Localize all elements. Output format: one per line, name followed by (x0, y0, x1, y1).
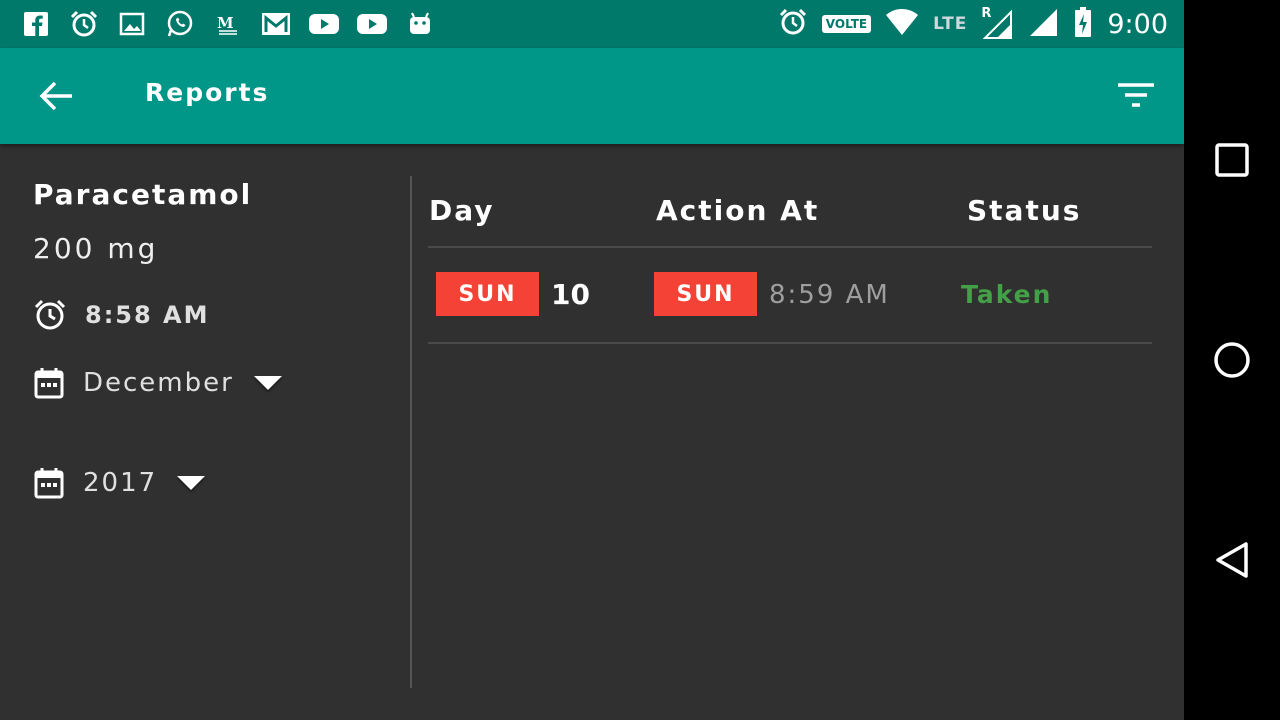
battery-charging-icon (1073, 6, 1093, 42)
back-arrow-icon (39, 81, 72, 111)
day-badge: SUN (436, 272, 539, 316)
medicine-dose: 200 mg (33, 232, 159, 265)
clock: 9:00 (1107, 8, 1168, 40)
calendar-icon (34, 368, 64, 399)
page-title: Reports (145, 78, 270, 107)
home-button[interactable] (1208, 336, 1256, 384)
action-time: 8:59 AM (769, 280, 890, 310)
medicine-details-panel: Paracetamol 200 mg 8:58 AM December 2017 (0, 144, 410, 720)
facebook-icon (20, 8, 52, 40)
filter-icon (1118, 83, 1154, 107)
alarm-clock-icon (34, 299, 66, 330)
image-icon (116, 8, 148, 40)
action-day-badge: SUN (654, 272, 757, 316)
roaming-label: R (981, 6, 992, 21)
alarm-clock-icon (68, 8, 100, 40)
back-button[interactable] (32, 76, 80, 116)
gmail-icon (260, 8, 292, 40)
table-row[interactable]: SUN 10 SUN 8:59 AM Taken (428, 248, 1152, 344)
android-icon (404, 8, 436, 40)
header-action-at: Action At (656, 194, 820, 227)
triangle-back-icon (1216, 542, 1248, 578)
dropdown-arrow-icon (253, 376, 282, 390)
app-bar: Reports (0, 48, 1184, 144)
calendar-icon (34, 468, 64, 499)
cell-signal-icon (1027, 6, 1059, 42)
signal-roaming-icon: R (981, 6, 1013, 40)
youtube-icon (356, 8, 388, 40)
report-table: Day Action At Status SUN 10 SUN 8:59 AM … (428, 176, 1152, 344)
app-screen: M VOLTE LTE R 9:00 Reports Paracetamol 2… (0, 0, 1184, 720)
medicine-name: Paracetamol (33, 178, 253, 211)
square-icon (1215, 143, 1249, 177)
month-selector[interactable]: December (33, 366, 282, 400)
youtube-icon (308, 8, 340, 40)
status-text: Taken (961, 280, 1053, 309)
filter-button[interactable] (1112, 76, 1160, 116)
network-type: LTE (933, 14, 968, 34)
year-selector[interactable]: 2017 (33, 466, 206, 500)
svg-text:M: M (217, 14, 234, 32)
system-indicators: VOLTE LTE R 9:00 (778, 6, 1168, 42)
dropdown-arrow-icon (177, 476, 206, 490)
wifi-icon (885, 8, 919, 40)
navigation-bar (1184, 0, 1280, 720)
month-value: December (83, 368, 234, 398)
back-nav-button[interactable] (1208, 536, 1256, 584)
header-status: Status (967, 194, 1082, 227)
circle-icon (1214, 342, 1250, 378)
notification-icons: M (20, 8, 436, 40)
table-header: Day Action At Status (428, 176, 1152, 248)
year-value: 2017 (83, 468, 158, 498)
medium-icon: M (212, 8, 244, 40)
volte-badge: VOLTE (821, 15, 872, 33)
reminder-time-row: 8:58 AM (33, 298, 210, 332)
panel-divider (410, 176, 412, 688)
whatsapp-icon (164, 8, 196, 40)
alarm-icon (778, 7, 808, 41)
day-number: 10 (551, 278, 590, 311)
reminder-time: 8:58 AM (85, 301, 210, 329)
recent-apps-button[interactable] (1208, 136, 1256, 184)
header-day: Day (429, 194, 495, 227)
status-bar: M VOLTE LTE R 9:00 (0, 0, 1184, 48)
